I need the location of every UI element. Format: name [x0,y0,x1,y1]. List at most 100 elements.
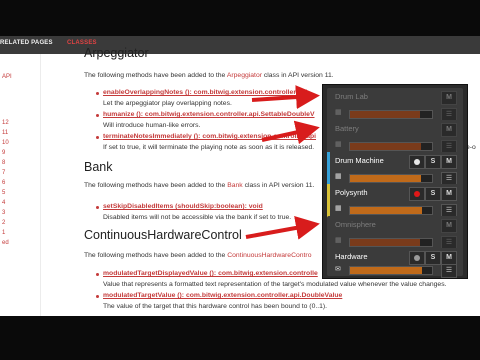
method-desc: Value that represents a formatted text r… [103,281,447,288]
menu-icon[interactable]: ☰ [441,264,457,278]
mute-button[interactable]: M [441,187,457,201]
track-name: Drum Lab [335,92,368,101]
method-desc: Let the arpeggiator play overlapping not… [103,100,232,107]
sidebar-item[interactable]: ed [2,240,9,246]
intro-text: class in API version 11. [261,72,334,79]
track-name: Omnisphere [335,220,376,229]
bullet [96,295,99,298]
class-link[interactable]: Arpeggiator [227,72,262,79]
bank-intro: The following methods have been added to… [84,182,314,189]
section-heading-arpeggiator: Arpeggiator [84,46,149,60]
track-color-stripe [327,184,330,220]
sidebar-item[interactable]: 7 [2,170,5,176]
bullet [96,206,99,209]
sidebar-item[interactable]: 8 [2,160,5,166]
meter-fill [350,111,420,118]
record-arm-button[interactable] [409,251,425,265]
sidebar-item[interactable]: API [2,74,12,80]
bullet [96,136,99,139]
track-name: Hardware [335,252,368,261]
track-card-hardware[interactable]: Hardware S M ✉ ☰ [327,248,463,278]
volume-meter[interactable] [349,174,433,183]
bullet [96,92,99,95]
sidebar-item[interactable]: 3 [2,210,5,216]
track-card-polysynth[interactable]: Polysynth S M ▦ ☰ [327,184,463,220]
method-link[interactable]: humanize (): com.bitwig.extension.contro… [103,111,315,118]
sidebar-item[interactable]: 11 [2,130,8,136]
meter-fill [350,239,420,246]
sidebar-item[interactable]: 4 [2,200,5,206]
intro-text: class in API version 11. [242,182,315,189]
method-link[interactable]: modulatedTargetValue (): com.bitwig.exte… [103,292,342,299]
mute-button[interactable]: M [441,155,457,169]
nav-related-pages[interactable]: RELATED PAGES [0,40,53,46]
record-dot-icon [414,191,420,197]
bullet [96,273,99,276]
class-link[interactable]: ContinuousHardwareContro [227,252,311,259]
mute-button[interactable]: M [441,219,457,233]
hardware-icon: ✉ [335,266,341,273]
record-arm-button[interactable] [409,155,425,169]
mute-button[interactable]: M [441,91,457,105]
bullet [96,114,99,117]
sidebar-item[interactable]: 12 [2,120,9,126]
intro-text: The following methods have been added to… [84,72,227,79]
track-name: Polysynth [335,188,368,197]
class-link[interactable]: Bank [227,182,243,189]
track-list-overlay: Drum Lab M ▦ ☰ Battery M ▦ ☰ Drum Machin… [322,84,468,279]
meter-fill [350,207,423,214]
record-dot-icon [414,255,420,261]
method-link[interactable]: modulatedTargetDisplayedValue (): com.bi… [103,270,318,277]
record-dot-icon [414,159,420,165]
chc-intro: The following methods have been added to… [84,252,311,259]
method-link[interactable]: terminateNotesImmediately (): com.bitwig… [103,133,316,140]
intro-text: The following methods have been added to… [84,252,228,259]
instrument-icon: ▦ [335,237,342,244]
sidebar-item[interactable]: 6 [2,180,5,186]
volume-meter[interactable] [349,110,433,119]
top-nav: RELATED PAGES CLASSES [0,36,480,54]
volume-meter[interactable] [349,142,433,151]
video-frame: RELATED PAGES CLASSES API 12 11 10 9 8 7… [0,0,480,360]
method-desc: If set to true, it will terminate the pl… [103,144,315,151]
instrument-icon: ▦ [335,141,342,148]
method-desc: Will introduce human-like errors. [103,122,201,129]
section-heading-bank: Bank [84,160,113,174]
method-desc: Disabled items will not be accessible vi… [103,214,292,221]
volume-meter[interactable] [349,206,433,215]
method-link[interactable]: enableOverlappingNotes (): com.bitwig.ex… [103,89,307,96]
instrument-icon: ▦ [335,109,342,116]
mute-button[interactable]: M [441,251,457,265]
track-card-drum-machine[interactable]: Drum Machine S M ▦ ☰ [327,152,463,188]
sidebar-version-list: API 12 11 10 9 8 7 6 5 4 3 2 1 ed [0,54,41,316]
sidebar-item[interactable]: 2 [2,220,5,226]
sidebar-item[interactable]: 5 [2,190,5,196]
mute-button[interactable]: M [441,123,457,137]
track-color-stripe [327,152,330,188]
meter-fill [350,143,421,150]
meter-fill [350,267,423,274]
volume-meter[interactable] [349,238,433,247]
track-card-omnisphere[interactable]: Omnisphere M ▦ ☰ [327,216,463,252]
section-heading-chc: ContinuousHardwareControl [84,228,242,242]
solo-button[interactable]: S [425,155,441,169]
method-link[interactable]: setSkipDisabledItems (shouldSkip:boolean… [103,203,263,210]
arp-intro: The following methods have been added to… [84,72,334,79]
instrument-icon: ▦ [335,205,342,212]
solo-button[interactable]: S [425,251,441,265]
sidebar-item[interactable]: 10 [2,140,9,146]
track-name: Battery [335,124,359,133]
letterbox-top [0,0,480,36]
intro-text: The following methods have been added to… [84,182,228,189]
volume-meter[interactable] [349,266,433,275]
sidebar-item[interactable]: 1 [2,230,5,236]
sidebar-item[interactable]: 9 [2,150,5,156]
track-card-battery[interactable]: Battery M ▦ ☰ [327,120,463,156]
record-arm-button[interactable] [409,187,425,201]
solo-button[interactable]: S [425,187,441,201]
instrument-icon: ▦ [335,173,342,180]
meter-fill [350,175,422,182]
letterbox-bottom [0,316,480,360]
track-card-drum-lab[interactable]: Drum Lab M ▦ ☰ [327,88,463,124]
method-desc: The value of the target that this hardwa… [103,303,328,310]
